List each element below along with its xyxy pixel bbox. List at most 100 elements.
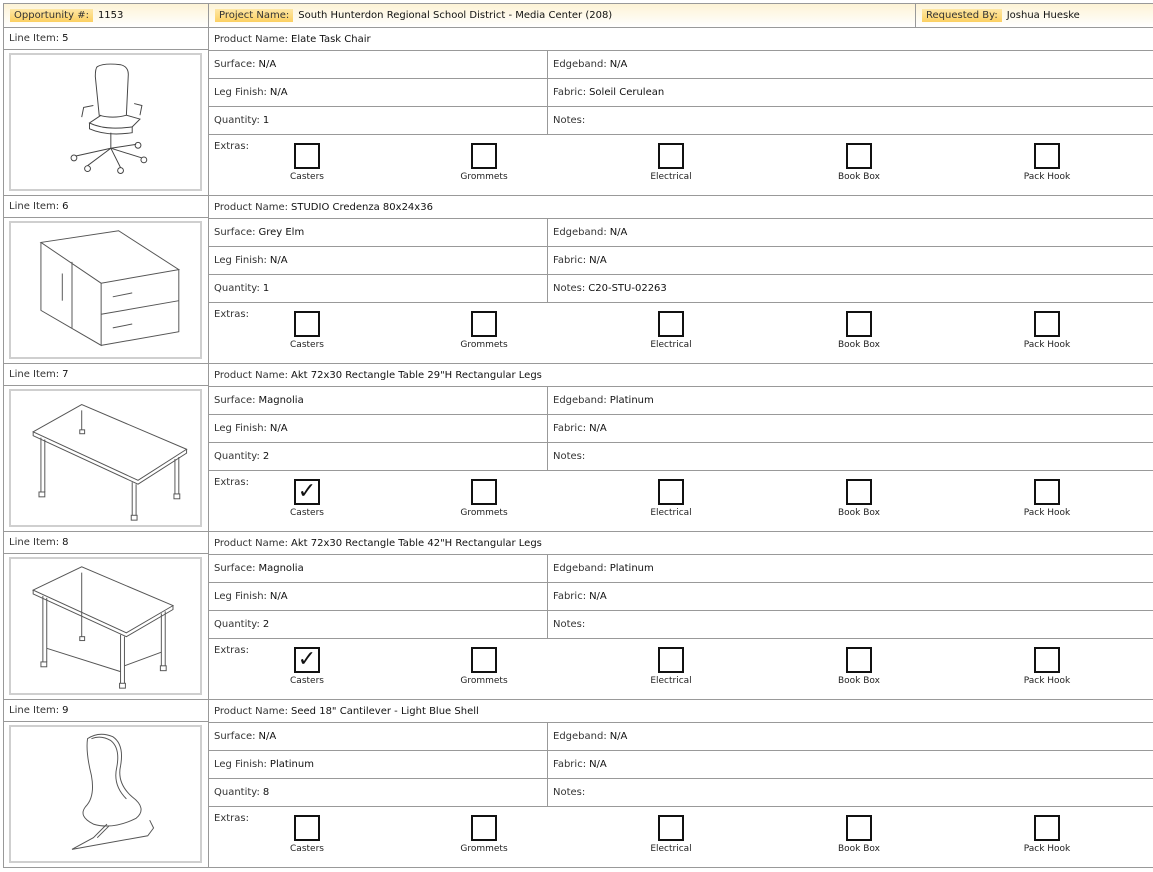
extra-book-box[interactable]: Book Box bbox=[819, 647, 899, 686]
quantity-label: Quantity: bbox=[214, 787, 260, 798]
extra-book-box[interactable]: Book Box bbox=[819, 815, 899, 854]
book-box-label: Book Box bbox=[838, 844, 880, 854]
casters-checkbox[interactable] bbox=[294, 311, 320, 337]
electrical-label: Electrical bbox=[650, 844, 692, 854]
extra-pack-hook[interactable]: Pack Hook bbox=[1007, 143, 1087, 182]
electrical-checkbox[interactable] bbox=[658, 311, 684, 337]
casters-label: Casters bbox=[290, 340, 324, 350]
extras-row: Extras: ✓ Casters Grommets Electrical Book Bo… bbox=[209, 471, 1153, 529]
book-box-checkbox[interactable] bbox=[846, 815, 872, 841]
product-name-row: Product Name: Seed 18" Cantilever - Light… bbox=[209, 700, 1153, 723]
extra-book-box[interactable]: Book Box bbox=[819, 311, 899, 350]
extras-label: Extras: bbox=[214, 813, 249, 824]
requested-cell: Requested By: Joshua Hueske bbox=[916, 4, 1153, 27]
pack-hook-checkbox[interactable] bbox=[1034, 311, 1060, 337]
casters-checkbox[interactable] bbox=[294, 815, 320, 841]
electrical-label: Electrical bbox=[650, 676, 692, 686]
extra-grommets[interactable]: Grommets bbox=[444, 311, 524, 350]
quantity-cell: Quantity: 2 bbox=[209, 443, 548, 470]
grommets-checkbox[interactable] bbox=[471, 311, 497, 337]
extras-label: Extras: bbox=[214, 141, 249, 152]
extra-electrical[interactable]: Electrical bbox=[631, 479, 711, 518]
surface-label: Surface: bbox=[214, 731, 256, 742]
surface-row: Surface: Grey Elm Edgeband: N/A bbox=[209, 219, 1153, 247]
edgeband-label: Edgeband: bbox=[553, 227, 607, 238]
grommets-checkbox[interactable] bbox=[471, 143, 497, 169]
pack-hook-checkbox[interactable] bbox=[1034, 479, 1060, 505]
electrical-label: Electrical bbox=[650, 172, 692, 182]
book-box-checkbox[interactable] bbox=[846, 311, 872, 337]
pack-hook-checkbox[interactable] bbox=[1034, 815, 1060, 841]
casters-checkbox[interactable]: ✓ bbox=[294, 647, 320, 673]
fabric-cell: Fabric: N/A bbox=[548, 751, 1153, 778]
quantity-row: Quantity: 1 Notes: bbox=[209, 107, 1153, 135]
leg-finish-value: N/A bbox=[269, 591, 288, 602]
edgeband-value: Platinum bbox=[609, 563, 654, 574]
pack-hook-checkbox[interactable] bbox=[1034, 143, 1060, 169]
pack-hook-checkbox[interactable] bbox=[1034, 647, 1060, 673]
leg-finish-row: Leg Finish: N/A Fabric: Soleil Cerulean bbox=[209, 79, 1153, 107]
grommets-checkbox[interactable] bbox=[471, 479, 497, 505]
surface-cell: Surface: Magnolia bbox=[209, 387, 548, 414]
extra-casters[interactable]: Casters bbox=[267, 143, 347, 182]
quantity-label: Quantity: bbox=[214, 451, 260, 462]
fabric-value: N/A bbox=[589, 423, 607, 434]
surface-value: N/A bbox=[258, 731, 277, 742]
leg-finish-value: N/A bbox=[269, 423, 288, 434]
project-value: South Hunterdon Regional School District… bbox=[298, 10, 613, 21]
project-label: Project Name: bbox=[215, 9, 294, 22]
opportunity-cell: Opportunity #: 1153 bbox=[4, 4, 209, 27]
extra-casters[interactable]: Casters bbox=[267, 815, 347, 854]
extra-pack-hook[interactable]: Pack Hook bbox=[1007, 815, 1087, 854]
casters-label: Casters bbox=[290, 172, 324, 182]
quantity-value: 1 bbox=[262, 283, 270, 294]
extra-electrical[interactable]: Electrical bbox=[631, 815, 711, 854]
quantity-cell: Quantity: 1 bbox=[209, 275, 548, 302]
product-name-value: Akt 72x30 Rectangle Table 42"H Rectangul… bbox=[291, 537, 542, 549]
grommets-checkbox[interactable] bbox=[471, 647, 497, 673]
line-item-details: Product Name: STUDIO Credenza 80x24x36 Sur… bbox=[209, 196, 1153, 363]
fabric-label: Fabric: bbox=[553, 759, 587, 770]
extra-electrical[interactable]: Electrical bbox=[631, 647, 711, 686]
surface-value: Grey Elm bbox=[258, 227, 305, 238]
extra-casters[interactable]: Casters bbox=[267, 311, 347, 350]
extra-grommets[interactable]: Grommets bbox=[444, 479, 524, 518]
extra-book-box[interactable]: Book Box bbox=[819, 479, 899, 518]
edgeband-cell: Edgeband: N/A bbox=[548, 723, 1153, 750]
leg-finish-cell: Leg Finish: Platinum bbox=[209, 751, 548, 778]
edgeband-label: Edgeband: bbox=[553, 731, 607, 742]
electrical-checkbox[interactable] bbox=[658, 143, 684, 169]
project-cell: Project Name: South Hunterdon Regional S… bbox=[209, 4, 916, 27]
surface-label: Surface: bbox=[214, 227, 256, 238]
book-box-checkbox[interactable] bbox=[846, 143, 872, 169]
extra-grommets[interactable]: Grommets bbox=[444, 143, 524, 182]
extra-pack-hook[interactable]: Pack Hook bbox=[1007, 647, 1087, 686]
book-box-label: Book Box bbox=[838, 676, 880, 686]
surface-label: Surface: bbox=[214, 59, 256, 70]
casters-checkbox[interactable]: ✓ bbox=[294, 479, 320, 505]
line-item-info: Line Item: 9 bbox=[4, 700, 209, 867]
extra-electrical[interactable]: Electrical bbox=[631, 311, 711, 350]
book-box-checkbox[interactable] bbox=[846, 647, 872, 673]
surface-value: Magnolia bbox=[258, 563, 304, 574]
electrical-checkbox[interactable] bbox=[658, 479, 684, 505]
extra-grommets[interactable]: Grommets bbox=[444, 815, 524, 854]
extra-book-box[interactable]: Book Box bbox=[819, 143, 899, 182]
book-box-checkbox[interactable] bbox=[846, 479, 872, 505]
extra-casters[interactable]: ✓ Casters bbox=[267, 647, 347, 686]
line-item-number: Line Item: 8 bbox=[4, 532, 208, 554]
grommets-checkbox[interactable] bbox=[471, 815, 497, 841]
quantity-cell: Quantity: 1 bbox=[209, 107, 548, 134]
product-name-label: Product Name: bbox=[214, 201, 289, 213]
extra-electrical[interactable]: Electrical bbox=[631, 143, 711, 182]
electrical-checkbox[interactable] bbox=[658, 647, 684, 673]
extra-pack-hook[interactable]: Pack Hook bbox=[1007, 479, 1087, 518]
extra-grommets[interactable]: Grommets bbox=[444, 647, 524, 686]
product-name-row: Product Name: Akt 72x30 Rectangle Table 4… bbox=[209, 532, 1153, 555]
casters-checkbox[interactable] bbox=[294, 143, 320, 169]
extra-casters[interactable]: ✓ Casters bbox=[267, 479, 347, 518]
leg-finish-label: Leg Finish: bbox=[214, 591, 267, 602]
electrical-checkbox[interactable] bbox=[658, 815, 684, 841]
extra-pack-hook[interactable]: Pack Hook bbox=[1007, 311, 1087, 350]
notes-label: Notes: bbox=[553, 283, 586, 294]
